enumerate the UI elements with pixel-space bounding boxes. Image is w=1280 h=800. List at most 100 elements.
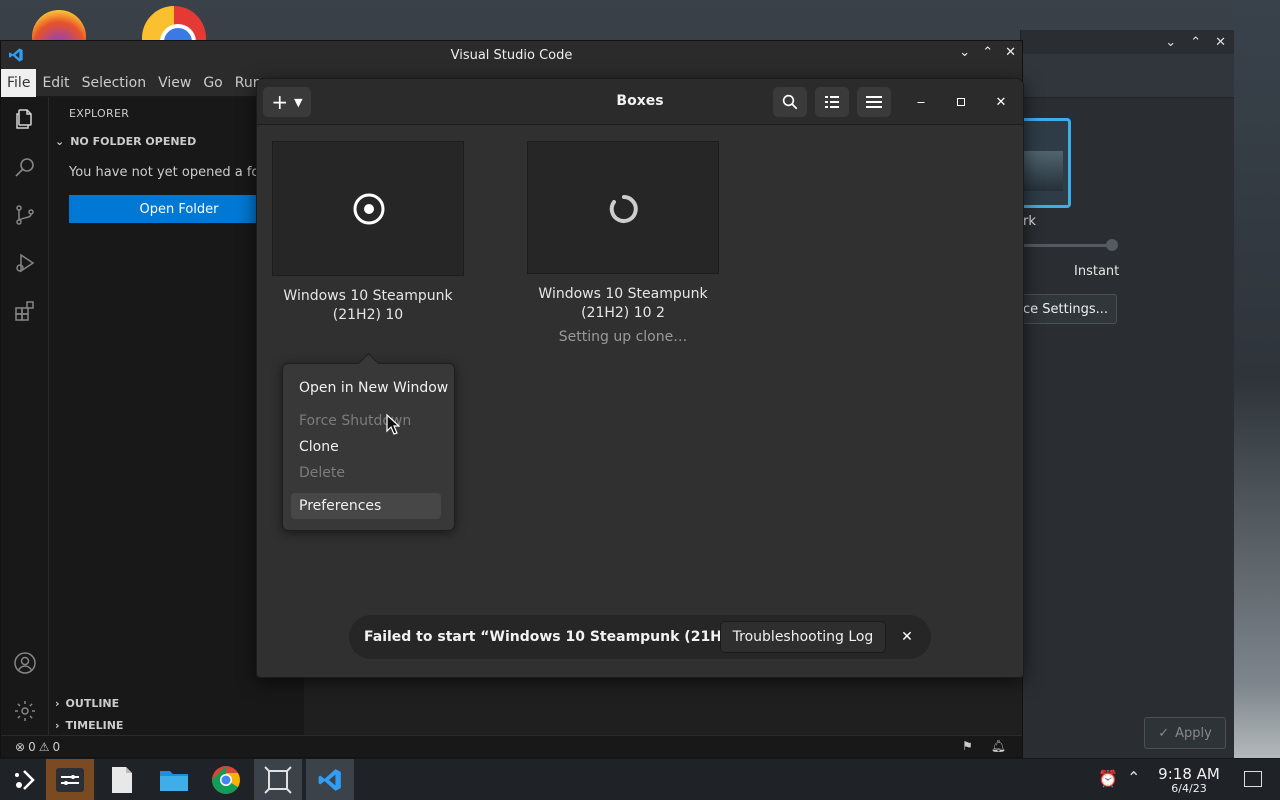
firefox-desktop-icon[interactable] [28, 0, 92, 40]
accounts-icon[interactable] [13, 651, 37, 675]
vscode-icon[interactable] [306, 759, 354, 800]
file-icon[interactable] [98, 759, 146, 800]
slider-handle[interactable] [1106, 239, 1118, 251]
menu-item-delete: Delete [299, 465, 345, 481]
show-desktop-icon[interactable] [1244, 771, 1262, 787]
main-menu-button[interactable] [857, 87, 891, 117]
menu-item-force-shutdown: Force Shutdown [299, 413, 412, 429]
vscode-title: Visual Studio Code [450, 47, 573, 63]
vscode-statusbar: ⊗ 0 ⚠ 0 ⚑ 🔔︎ [1, 735, 1022, 757]
file-manager-icon[interactable] [150, 759, 198, 800]
feedback-icon[interactable]: ⚑ [962, 739, 973, 753]
alarm-notification-icon[interactable]: ⏰ [1098, 769, 1118, 788]
menu-item-clone[interactable]: Clone [291, 434, 441, 460]
timeline-section-label: TIMELINE [65, 719, 124, 732]
spinner-icon [609, 195, 638, 223]
explorer-title: EXPLORER [69, 107, 130, 120]
bell-icon[interactable]: 🔔︎ [991, 739, 1006, 753]
menu-go[interactable]: Go [197, 75, 228, 91]
close-button[interactable]: ✕ [991, 92, 1011, 112]
vscode-titlebar: Visual Studio Code ⌄ ⌃ ✕ [1, 41, 1022, 69]
menu-selection[interactable]: Selection [76, 75, 153, 91]
toast-close-icon[interactable]: ✕ [897, 627, 917, 647]
chevron-right-icon: › [55, 697, 60, 710]
steam-settings-icon[interactable] [46, 759, 94, 800]
search-button[interactable] [773, 87, 807, 117]
menu-view[interactable]: View [152, 75, 197, 91]
warning-count[interactable]: 0 [52, 740, 60, 754]
application-launcher-icon[interactable] [0, 759, 48, 800]
no-folder-section-label: NO FOLDER OPENED [70, 135, 197, 148]
close-icon[interactable]: ✕ [1005, 45, 1016, 60]
error-toast: Failed to start “Windows 10 Steampunk (2… [349, 615, 931, 659]
gear-icon[interactable] [13, 699, 37, 723]
chevron-up-icon[interactable]: ⌃ [1127, 768, 1140, 787]
vm-thumbnail[interactable] [272, 141, 464, 276]
chevron-down-icon[interactable]: ⌄ [1165, 35, 1176, 50]
apply-button[interactable]: ✓ Apply [1144, 717, 1226, 749]
checkmark-icon: ✓ [1158, 725, 1170, 741]
activity-bar [1, 97, 49, 741]
boxes-window: + ▼ Boxes ‒ ✕ Windows 10 Steampunk (21H2… [256, 78, 1024, 678]
desktop-wallpaper-edge [1232, 0, 1280, 760]
troubleshooting-log-button[interactable]: Troubleshooting Log [720, 621, 886, 653]
system-settings-window: ⌄ ⌃ ✕ rk Instant nce Settings... [1011, 30, 1234, 760]
maximize-button[interactable] [951, 92, 971, 112]
warning-icon[interactable]: ⚠ [39, 740, 50, 754]
explorer-files-icon[interactable] [13, 107, 37, 131]
vm-name-line1: Windows 10 Steampunk [283, 288, 453, 304]
chrome-desktop-icon[interactable] [142, 0, 206, 40]
clock[interactable]: 9:18 AM 6/4/23 [1150, 765, 1228, 795]
system-settings-titlebar: ⌄ ⌃ ✕ [1021, 30, 1234, 54]
chevron-down-icon[interactable]: ⌄ [959, 45, 970, 60]
taskbar: ⏰ ⌃ 9:18 AM 6/4/23 [0, 758, 1280, 800]
theme-label: rk [1023, 214, 1036, 229]
chrome-icon[interactable] [202, 759, 250, 800]
instant-label: Instant [1074, 264, 1120, 279]
list-view-button[interactable] [815, 87, 849, 117]
source-control-icon[interactable] [13, 203, 37, 227]
chevron-down-icon: ⌄ [55, 135, 65, 148]
system-settings-toolbar [1021, 54, 1234, 98]
chevron-up-icon[interactable]: ⌃ [1190, 35, 1201, 50]
vm-name-line2: (21H2) 10 2 [581, 305, 665, 321]
vm-name-line2: (21H2) 10 [332, 307, 404, 323]
close-icon: ✕ [995, 94, 1007, 110]
vm-name[interactable]: Windows 10 Steampunk (21H2) 10 2 [527, 285, 719, 323]
theme-thumbnail[interactable] [1021, 118, 1071, 208]
minimize-button[interactable]: ‒ [911, 92, 931, 112]
minimize-icon: ‒ [916, 94, 926, 110]
no-folder-message: You have not yet opened a folder. [69, 165, 288, 180]
vm-thumbnail[interactable] [527, 141, 719, 274]
animation-speed-slider[interactable] [1021, 239, 1118, 251]
outline-section-label: OUTLINE [65, 697, 120, 710]
toast-message: Failed to start “Windows 10 Steampunk (2… [364, 629, 772, 645]
menu-edit[interactable]: Edit [36, 75, 75, 91]
timeline-section-header[interactable]: › TIMELINE [55, 719, 123, 732]
close-icon[interactable]: ✕ [1215, 35, 1226, 50]
apply-label: Apply [1175, 725, 1212, 741]
more-settings-button[interactable]: nce Settings... [1011, 294, 1117, 324]
no-folder-section-header[interactable]: ⌄ NO FOLDER OPENED [55, 135, 196, 148]
vm-context-menu: Open in New Window Force Shutdown Clone … [282, 363, 455, 531]
boxes-icon[interactable] [254, 759, 302, 800]
search-icon[interactable] [13, 155, 37, 179]
outline-section-header[interactable]: › OUTLINE [55, 697, 119, 710]
menu-file[interactable]: File [1, 68, 37, 97]
extensions-icon[interactable] [13, 299, 37, 323]
hamburger-menu-icon [866, 96, 882, 108]
chevron-up-icon[interactable]: ⌃ [982, 45, 993, 60]
chevron-right-icon: › [55, 719, 60, 732]
vm-stopped-icon [353, 193, 385, 225]
error-icon[interactable]: ⊗ [15, 740, 25, 754]
boxes-headerbar: + ▼ Boxes ‒ ✕ [257, 79, 1023, 125]
menu-item-preferences[interactable]: Preferences [291, 493, 441, 519]
mouse-cursor-icon [386, 414, 400, 435]
clock-date: 6/4/23 [1171, 782, 1207, 795]
error-count[interactable]: 0 [28, 740, 36, 754]
search-icon [782, 94, 798, 110]
menu-item-open-new-window[interactable]: Open in New Window [291, 375, 448, 401]
vm-name[interactable]: Windows 10 Steampunk (21H2) 10 [272, 287, 464, 325]
run-debug-icon[interactable] [13, 251, 37, 275]
vm-status: Setting up clone… [558, 329, 688, 345]
